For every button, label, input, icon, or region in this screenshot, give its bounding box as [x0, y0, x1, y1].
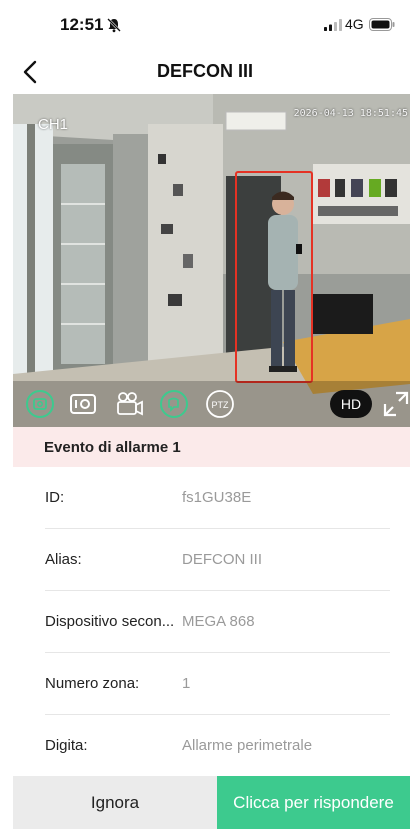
ptz-icon[interactable]: PTZ — [205, 389, 235, 419]
info-row-type: Digita: Allarme perimetrale — [45, 715, 390, 777]
field-label: Alias: — [45, 551, 82, 568]
field-value: 1 — [182, 675, 191, 692]
alarm-event-header: Evento di allarme 1 — [13, 427, 410, 467]
status-bar: 12:51 4G — [0, 0, 410, 50]
quality-toggle[interactable]: HD — [330, 390, 372, 418]
field-value: MEGA 868 — [182, 613, 255, 630]
camera-scene — [13, 94, 410, 427]
field-label: Digita: — [45, 737, 88, 754]
field-label: Numero zona: — [45, 675, 140, 692]
battery-icon — [369, 18, 395, 31]
alarm-event-title: Evento di allarme 1 — [44, 439, 181, 456]
live-video[interactable]: CH1 2026-04-13 18:51:45 PTZ HD — [13, 94, 410, 427]
talk-icon[interactable] — [159, 389, 189, 419]
nav-bar: DEFCON III — [0, 50, 410, 94]
page-title: DEFCON III — [156, 61, 253, 81]
info-row-zone-number: Numero zona: 1 — [45, 653, 390, 715]
bell-muted-icon — [107, 18, 121, 33]
detection-box — [235, 171, 313, 383]
field-value: Allarme perimetrale — [182, 737, 313, 754]
info-row-alias: Alias: DEFCON III — [45, 529, 390, 591]
field-value: fs1GU38E — [182, 489, 252, 506]
network-label: 4G — [345, 16, 364, 32]
channel-label: CH1 — [38, 116, 69, 133]
field-label: ID: — [45, 489, 65, 506]
info-row-secondary-device: Dispositivo secon... MEGA 868 — [45, 591, 390, 653]
signal-icon — [324, 19, 342, 31]
info-row-id: ID: fs1GU38E — [45, 467, 390, 529]
field-label: Dispositivo secon... — [45, 613, 175, 630]
answer-button[interactable]: Clicca per rispondere — [217, 776, 410, 829]
fullscreen-icon[interactable] — [382, 390, 410, 418]
ptz-label: PTZ — [212, 400, 230, 410]
video-camera-icon[interactable] — [114, 389, 144, 419]
field-value: DEFCON III — [182, 551, 263, 568]
video-toolbar: PTZ HD — [13, 381, 410, 427]
video-timestamp: 2026-04-13 18:51:45 — [293, 108, 408, 119]
ignore-button[interactable]: Ignora — [13, 776, 217, 829]
record-icon[interactable] — [68, 389, 98, 419]
screenshot-icon[interactable] — [25, 389, 55, 419]
status-time: 12:51 — [60, 15, 104, 34]
